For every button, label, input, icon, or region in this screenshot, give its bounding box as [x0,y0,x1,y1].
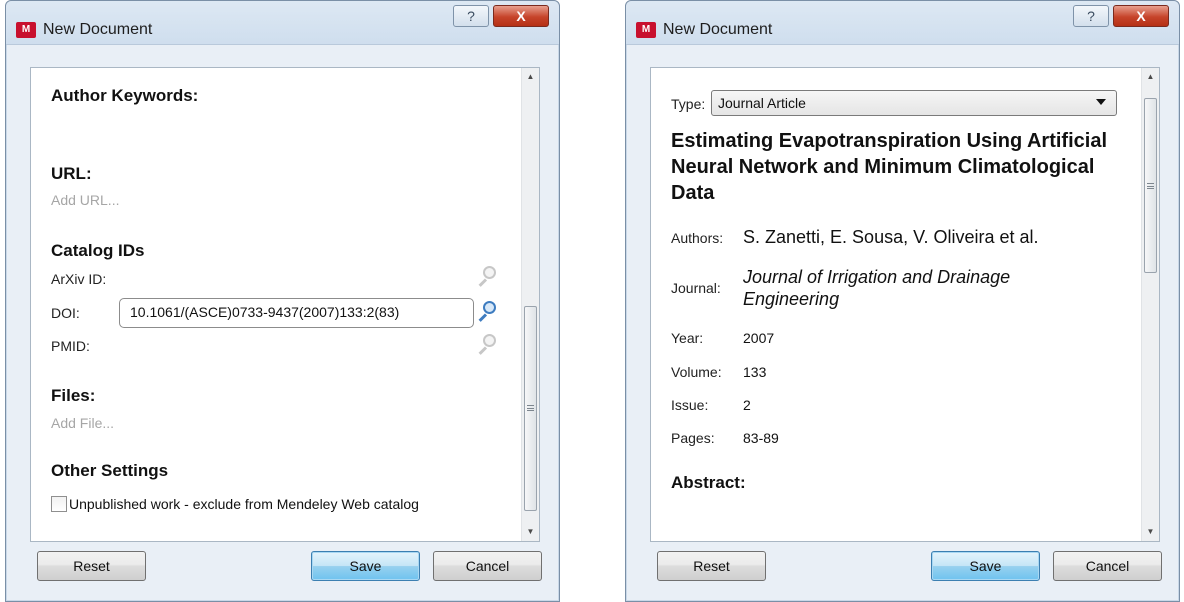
help-button[interactable]: ? [1073,5,1109,27]
unpublished-checkbox[interactable] [51,496,67,512]
window-title: New Document [43,21,153,38]
year-label: Year: [671,330,704,346]
other-settings-heading: Other Settings [51,461,169,480]
doi-lookup-icon[interactable] [477,301,497,322]
journal-value[interactable]: Journal of Irrigation and Drainage Engin… [743,266,1063,310]
add-file-link[interactable]: Add File... [51,415,114,431]
vertical-scrollbar[interactable]: ▲ ▼ [521,68,539,541]
reset-button[interactable]: Reset [37,551,146,581]
files-heading: Files: [51,386,96,405]
close-button[interactable]: X [493,5,549,27]
title-bar[interactable]: M New Document ? X [626,1,1179,45]
catalog-ids-heading: Catalog IDs [51,241,145,260]
window-title: New Document [663,21,773,38]
add-url-link[interactable]: Add URL... [51,192,119,208]
scroll-thumb[interactable] [1144,98,1157,273]
journal-label: Journal: [671,280,721,296]
volume-label: Volume: [671,364,722,380]
url-heading: URL: [51,164,92,183]
scroll-up-arrow-icon[interactable]: ▲ [1142,68,1159,86]
pages-value[interactable]: 83-89 [743,430,779,446]
new-document-dialog-left: M New Document ? X Author Keywords: URL:… [5,0,560,602]
authors-label: Authors: [671,230,724,246]
new-document-dialog-right: M New Document ? X Type: Journal Article… [625,0,1180,602]
close-button[interactable]: X [1113,5,1169,27]
vertical-scrollbar[interactable]: ▲ ▼ [1141,68,1159,541]
scroll-thumb[interactable] [524,306,537,511]
authors-value[interactable]: S. Zanetti, E. Sousa, V. Oliveira et al. [743,227,1038,248]
document-type-select[interactable]: Journal Article [711,90,1117,116]
pmid-lookup-icon[interactable] [477,334,497,355]
pmid-label: PMID: [51,338,90,354]
doi-input[interactable]: 10.1061/(ASCE)0733-9437(2007)133:2(83) [119,298,474,328]
cancel-button[interactable]: Cancel [1053,551,1162,581]
mendeley-icon: M [16,22,36,38]
save-button[interactable]: Save [311,551,420,581]
abstract-heading: Abstract: [671,473,746,492]
pages-label: Pages: [671,430,715,446]
cancel-button[interactable]: Cancel [433,551,542,581]
scroll-down-arrow-icon[interactable]: ▼ [1142,523,1159,541]
chevron-down-icon [1096,99,1106,105]
help-button[interactable]: ? [453,5,489,27]
mendeley-icon: M [636,22,656,38]
grip-icon [527,405,534,411]
author-keywords-heading: Author Keywords: [51,86,199,105]
unpublished-checkbox-label[interactable]: Unpublished work - exclude from Mendeley… [69,496,419,512]
document-title[interactable]: Estimating Evapotranspiration Using Arti… [671,128,1121,206]
doi-label: DOI: [51,305,80,321]
year-value[interactable]: 2007 [743,330,774,346]
scroll-up-arrow-icon[interactable]: ▲ [522,68,539,86]
document-type-value: Journal Article [718,95,806,111]
title-bar[interactable]: M New Document ? X [6,1,559,45]
save-button[interactable]: Save [931,551,1040,581]
reset-button[interactable]: Reset [657,551,766,581]
grip-icon [1147,183,1154,189]
issue-label: Issue: [671,397,709,413]
details-panel: Type: Journal Article Estimating Evapotr… [650,67,1160,542]
details-panel: Author Keywords: URL: Add URL... Catalog… [30,67,540,542]
arxiv-lookup-icon[interactable] [477,266,497,287]
scroll-down-arrow-icon[interactable]: ▼ [522,523,539,541]
issue-value[interactable]: 2 [743,397,751,413]
type-label: Type: [671,96,706,112]
volume-value[interactable]: 133 [743,364,766,380]
arxiv-id-label: ArXiv ID: [51,271,107,287]
